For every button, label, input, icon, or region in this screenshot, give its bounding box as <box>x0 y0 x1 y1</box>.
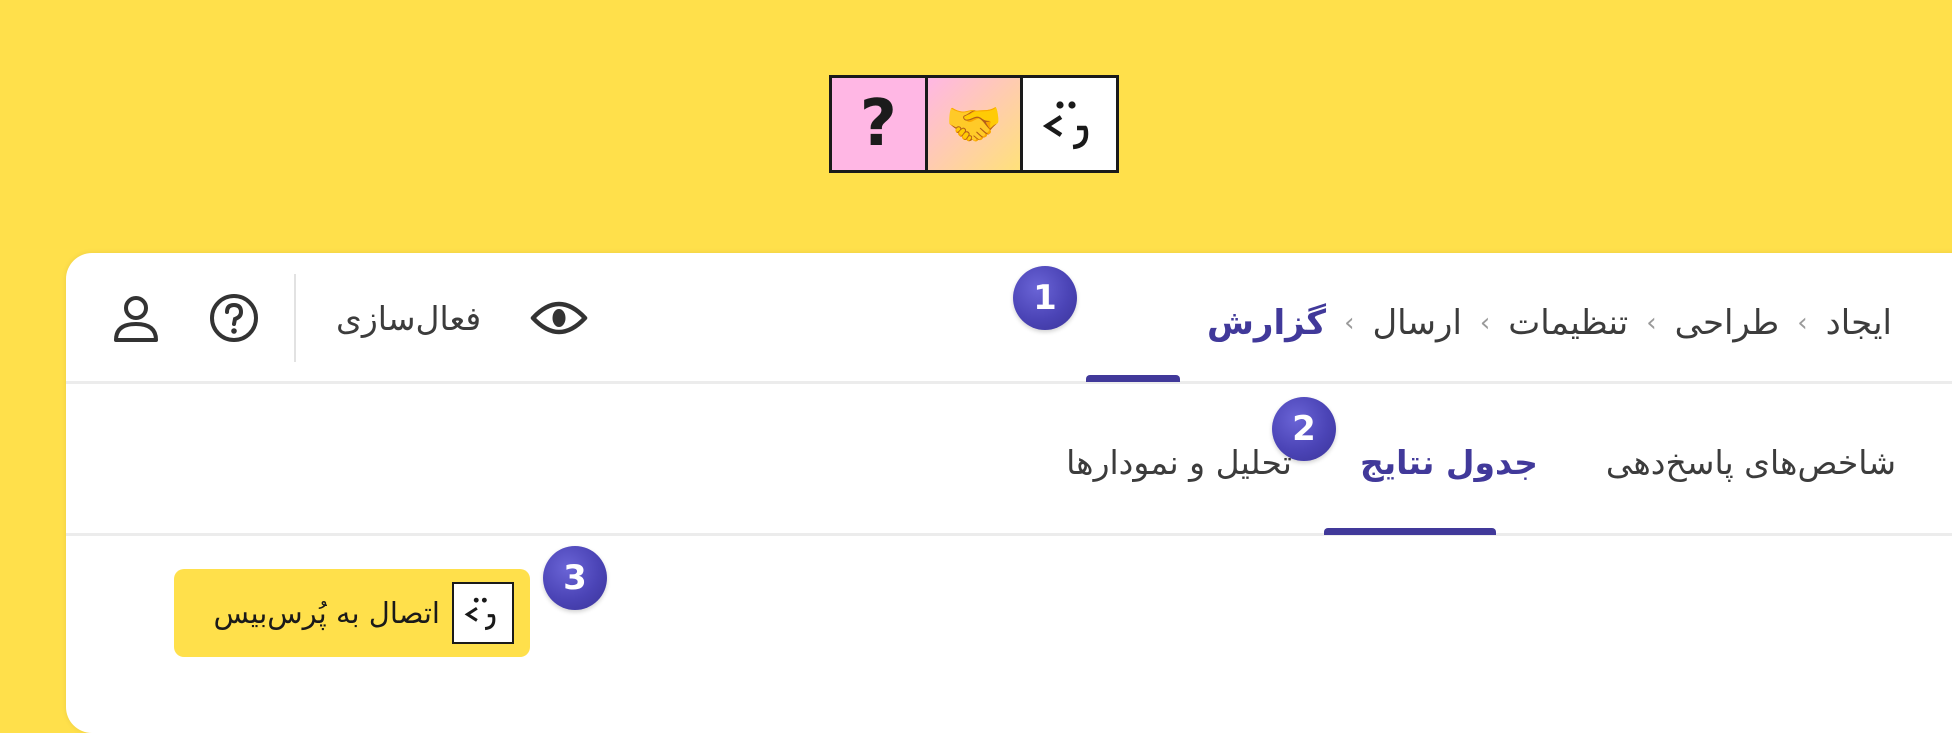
workflow-steps: ایجاد › طراحی › تنظیمات › ارسال › گزارش <box>1086 293 1892 353</box>
step-design[interactable]: طراحی <box>1675 303 1780 343</box>
report-tabs-bar: شاخص‌های پاسخ‌دهی جدول نتایج تحلیل و نمو… <box>66 381 1952 536</box>
connect-porsbis-button[interactable]: اتصال به پُرس‌بیس <box>174 569 530 657</box>
callout-badge-3: 3 <box>543 546 607 610</box>
toolbar: فعال‌سازی <box>106 273 589 363</box>
tab-results-table[interactable]: جدول نتایج <box>1360 443 1538 482</box>
chevron-left-icon: › <box>1646 308 1657 338</box>
chevron-left-icon: › <box>1344 308 1355 338</box>
chevron-left-icon: › <box>1797 308 1808 338</box>
tab-response-metrics[interactable]: شاخص‌های پاسخ‌دهی <box>1606 443 1896 482</box>
question-mark-icon: ? <box>832 78 925 170</box>
chevron-left-icon: › <box>1479 308 1491 338</box>
eye-icon[interactable] <box>529 288 589 348</box>
porsbis-face-icon <box>1023 78 1117 170</box>
activate-button[interactable]: فعال‌سازی <box>336 299 481 338</box>
step-send[interactable]: ارسال <box>1372 303 1461 343</box>
toolbar-divider <box>294 274 296 362</box>
connect-button-label: اتصال به پُرس‌بیس <box>213 596 440 630</box>
top-navigation-bar: فعال‌سازی ایجاد › طراحی › تنظیمات › ارسا… <box>66 253 1952 384</box>
help-icon[interactable] <box>204 288 264 348</box>
handshake-icon: 🤝 <box>927 78 1021 170</box>
brand-logo: ? 🤝 <box>829 75 1119 173</box>
active-tab-indicator <box>1324 528 1496 535</box>
callout-badge-1: 1 <box>1013 266 1077 330</box>
step-report[interactable]: گزارش <box>1207 303 1326 343</box>
callout-badge-2: 2 <box>1272 397 1336 461</box>
report-tabs: شاخص‌های پاسخ‌دهی جدول نتایج تحلیل و نمو… <box>1016 443 1896 482</box>
user-icon[interactable] <box>106 288 166 348</box>
tab-analysis-charts[interactable]: تحلیل و نمودارها <box>1066 443 1292 482</box>
report-panel: فعال‌سازی ایجاد › طراحی › تنظیمات › ارسا… <box>66 253 1952 733</box>
porsbis-face-icon <box>452 582 514 644</box>
step-create[interactable]: ایجاد <box>1826 303 1892 343</box>
step-settings[interactable]: تنظیمات <box>1508 303 1628 343</box>
